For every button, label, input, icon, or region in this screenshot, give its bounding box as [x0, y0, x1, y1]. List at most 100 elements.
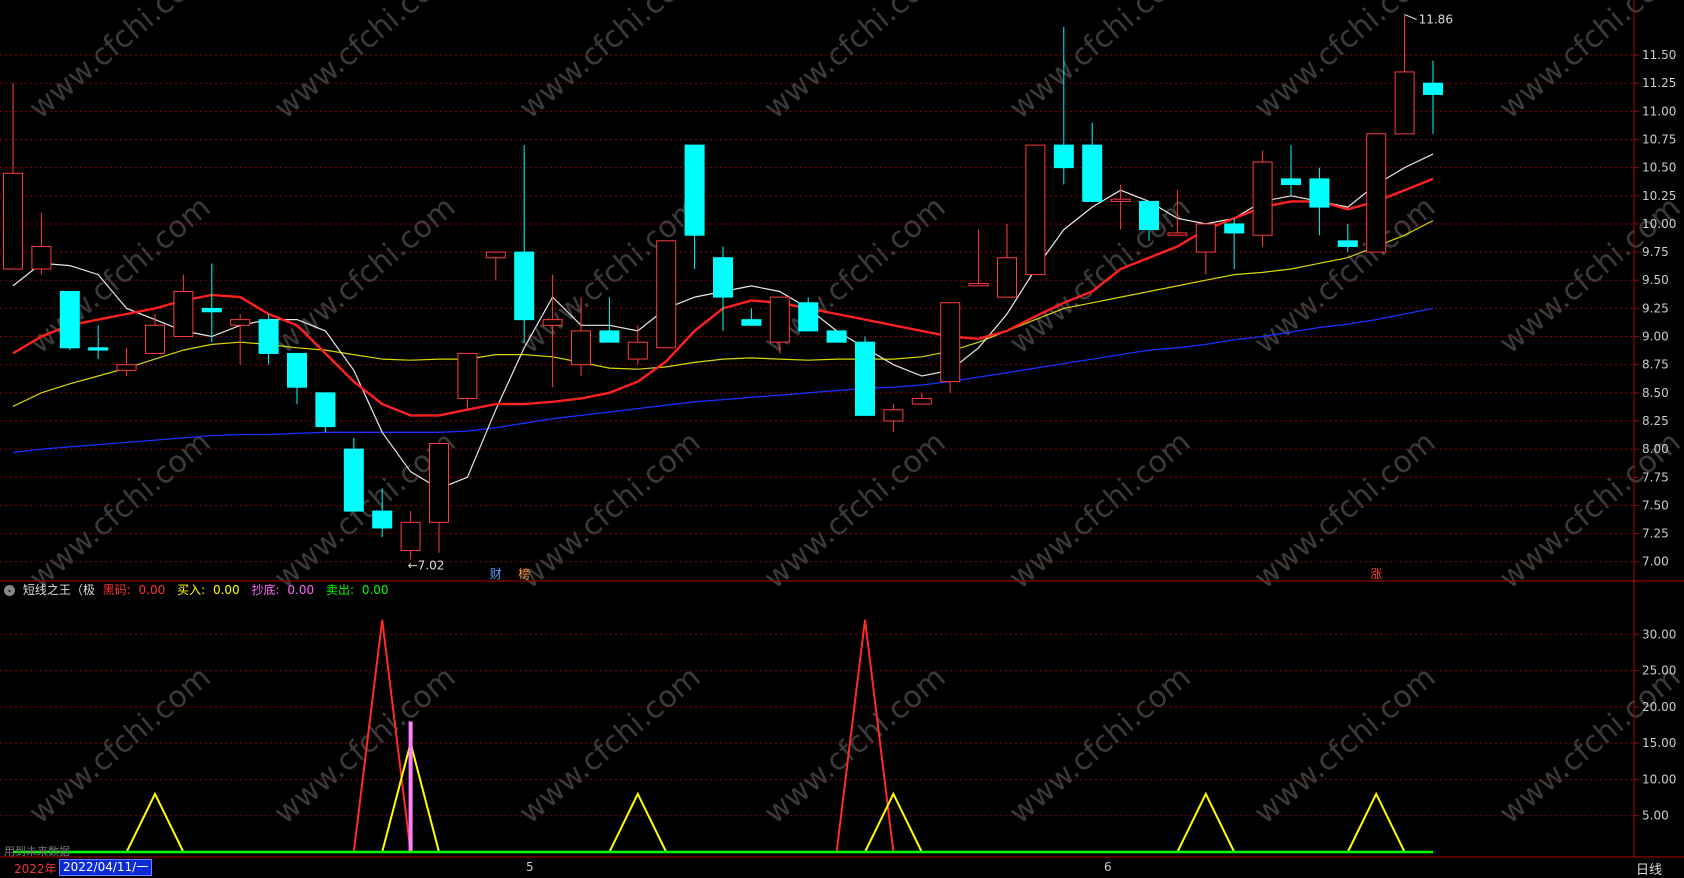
candle	[656, 240, 677, 349]
indicator-title[interactable]: 短线之王（极	[23, 583, 95, 597]
candle	[429, 443, 449, 553]
candle	[1195, 223, 1216, 275]
candle-body	[1224, 223, 1245, 234]
candle-body	[287, 352, 307, 388]
price-tick-label: 9.00	[1642, 330, 1669, 344]
candle	[997, 223, 1017, 298]
candle	[485, 251, 506, 281]
candle-body	[769, 296, 790, 343]
candle	[1423, 60, 1443, 134]
indicator-lines	[13, 619, 1433, 854]
candle-body	[3, 172, 23, 270]
candle-body	[400, 521, 421, 551]
price-tick-label: 8.00	[1642, 442, 1669, 456]
indicator-value-chaodi: 抄底: 0.00	[251, 583, 315, 597]
candle-body	[713, 257, 733, 298]
candle	[741, 308, 762, 326]
candle	[31, 212, 52, 275]
candle-body	[599, 330, 620, 343]
candle-body	[1167, 232, 1188, 236]
candle-body	[1053, 144, 1074, 169]
candle-body	[1394, 71, 1415, 135]
watermark-text: www.cfchi.com	[1003, 425, 1198, 596]
candle	[1309, 167, 1330, 236]
cursor-date[interactable]: 2022/04/11/一	[59, 859, 153, 876]
candle-body	[826, 330, 847, 343]
candle	[343, 437, 364, 512]
candle-body	[1281, 178, 1301, 186]
high-price-label: 11.86	[1419, 13, 1453, 27]
future-data-note: 用到未来数据	[4, 845, 70, 858]
watermark-text: www.cfchi.com	[758, 660, 953, 831]
watermark-text: www.cfchi.com	[513, 425, 708, 596]
price-tick-label: 7.50	[1642, 498, 1669, 512]
month-tick-5: 5	[526, 860, 534, 874]
low-price-label: ←7.02	[408, 558, 445, 572]
candle	[201, 263, 222, 343]
watermark-text: www.cfchi.com	[268, 660, 463, 831]
price-tick-label: 10.50	[1642, 161, 1676, 175]
candle-body	[1309, 178, 1330, 208]
candle	[826, 330, 847, 343]
watermark-text: www.cfchi.com	[23, 0, 218, 126]
indicator-tick-label: 5.00	[1642, 809, 1669, 823]
period-button[interactable]: 日线	[1636, 859, 1662, 878]
candle-body	[1337, 240, 1358, 247]
candle	[400, 511, 421, 560]
indicator-header: ⌄ 短线之王（极 黑码: 0.00 买入: 0.00 抄底: 0.00 卖出: …	[4, 581, 397, 599]
indicator-tick-label: 25.00	[1642, 664, 1676, 678]
chart-canvas[interactable]: www.cfchi.com www.cfchi.com www.cfchi.com w…	[0, 0, 1684, 876]
candle-body	[911, 397, 932, 405]
candle	[1025, 144, 1046, 276]
buy-signal-peak	[125, 791, 185, 853]
candle	[315, 392, 336, 433]
price-tick-label: 11.00	[1642, 104, 1676, 118]
price-tick-label: 9.50	[1642, 273, 1669, 287]
candle-body	[88, 347, 109, 351]
candle	[59, 291, 80, 351]
candle-body	[1423, 82, 1443, 95]
candle-body	[1139, 200, 1159, 231]
price-tick-label: 11.25	[1642, 76, 1676, 90]
candle	[911, 392, 932, 405]
candle	[940, 302, 961, 393]
indicator-tick-label: 10.00	[1642, 772, 1676, 786]
candle	[713, 246, 733, 331]
indicator-value-mairu: 买入: 0.00	[177, 583, 240, 597]
candle-body	[145, 324, 165, 354]
candle-body	[59, 291, 80, 349]
candle	[684, 144, 705, 269]
candle-body	[258, 319, 279, 354]
watermark-text: www.cfchi.com	[513, 660, 708, 831]
candle	[173, 274, 194, 338]
price-tick-label: 10.25	[1642, 189, 1676, 203]
candle	[1110, 184, 1131, 230]
candle-body	[1082, 144, 1103, 202]
high-price-pointer	[1404, 14, 1417, 20]
candle	[145, 314, 165, 354]
candle-body	[1252, 161, 1273, 236]
event-marker: 财	[490, 567, 502, 581]
candle-body	[1110, 198, 1131, 202]
price-tick-label: 9.75	[1642, 245, 1669, 259]
price-tick-label: 8.25	[1642, 414, 1669, 428]
candle-body	[31, 245, 52, 270]
indicator-value-heima: 黑码: 0.00	[102, 583, 166, 597]
candle	[88, 325, 109, 360]
candle	[514, 145, 535, 343]
collapse-icon[interactable]: ⌄	[4, 585, 15, 596]
price-tick-label: 10.00	[1642, 217, 1676, 231]
buy-signal-peak	[608, 791, 668, 853]
candle	[1281, 145, 1301, 196]
candle-body	[315, 392, 336, 428]
price-tick-label: 7.75	[1642, 470, 1669, 484]
year-label: 2022年	[14, 862, 57, 876]
candle	[1082, 122, 1103, 202]
candle	[116, 347, 137, 376]
candle-body	[656, 240, 677, 349]
candle	[968, 229, 989, 287]
candle-body	[571, 330, 591, 366]
candle	[1224, 218, 1245, 269]
bottom-fishing-bar	[408, 721, 413, 852]
price-tick-label: 11.50	[1642, 48, 1676, 62]
